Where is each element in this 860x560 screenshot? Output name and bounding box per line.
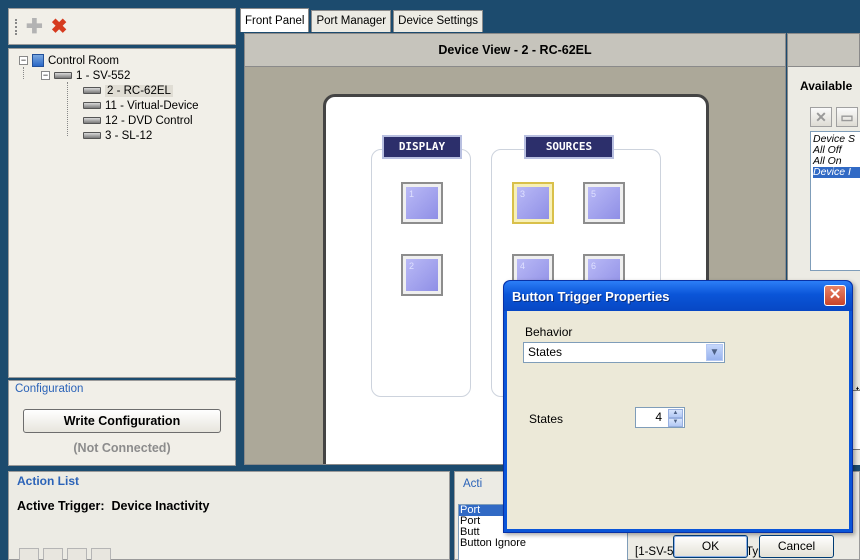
dialog-title: Button Trigger Properties bbox=[512, 288, 670, 304]
tab-bar: Front Panel Port Manager Device Settings bbox=[240, 8, 485, 32]
tab-front-panel[interactable]: Front Panel bbox=[240, 8, 310, 32]
remove-action-icon[interactable] bbox=[19, 548, 39, 560]
button-number: 2 bbox=[406, 259, 438, 291]
device-icon bbox=[54, 72, 72, 79]
button-number: 5 bbox=[588, 187, 620, 219]
behavior-select[interactable]: States ▼ bbox=[523, 342, 725, 363]
action-tool-icon[interactable] bbox=[91, 548, 111, 560]
tree-toolbar: ✚ ✖ bbox=[8, 8, 236, 45]
tree-item-label: 2 - RC-62EL bbox=[105, 84, 173, 97]
building-icon bbox=[32, 54, 44, 67]
available-list[interactable]: Device S All Off All On Device I bbox=[810, 131, 860, 271]
tree-item-label: 12 - DVD Control bbox=[105, 114, 193, 127]
configuration-title: Configuration bbox=[15, 383, 84, 395]
device-tree: − Control Room − 1 - SV-552 2 - RC-62EL … bbox=[8, 48, 236, 378]
keypad-button-5[interactable]: 5 bbox=[583, 182, 625, 224]
button-number: 3 bbox=[517, 187, 549, 219]
add-icon[interactable]: ✚ bbox=[26, 17, 43, 37]
states-value: 4 bbox=[655, 410, 662, 424]
write-configuration-button[interactable]: Write Configuration bbox=[23, 409, 221, 433]
delete-icon[interactable]: ✖ bbox=[51, 17, 68, 37]
tree-item-label: 3 - SL-12 bbox=[105, 129, 153, 142]
available-label: Available bbox=[800, 79, 853, 93]
spin-up-icon[interactable]: ▲ bbox=[668, 409, 683, 418]
behavior-label: Behavior bbox=[525, 325, 573, 339]
keypad-button-2[interactable]: 2 bbox=[401, 254, 443, 296]
collapse-icon[interactable]: − bbox=[41, 71, 50, 80]
tree-item-label: 11 - Virtual-Device bbox=[105, 99, 199, 112]
button-number: 1 bbox=[406, 187, 438, 219]
device-icon bbox=[83, 102, 101, 109]
move-up-icon[interactable] bbox=[67, 548, 87, 560]
device-view-title: Device View - 2 - RC-62EL bbox=[244, 33, 786, 67]
tree-item-device[interactable]: 2 - RC-62EL bbox=[9, 83, 235, 98]
action-list-title: Action List bbox=[17, 474, 79, 488]
active-trigger-label: Active Trigger: Device Inactivity bbox=[17, 499, 210, 513]
move-action-icon[interactable] bbox=[43, 548, 63, 560]
tree-item-label: Control Room bbox=[48, 54, 119, 67]
dialog-body: Behavior States ▼ States 4 ▲ ▼ OK Cancel bbox=[507, 311, 849, 558]
device-tool-icon[interactable]: ▭ bbox=[836, 107, 858, 127]
connection-status: (Not Connected) bbox=[73, 441, 171, 455]
tree-item-device[interactable]: 12 - DVD Control bbox=[9, 113, 235, 128]
ok-button[interactable]: OK bbox=[673, 535, 748, 558]
tree-item-device[interactable]: 11 - Virtual-Device bbox=[9, 98, 235, 113]
cancel-button[interactable]: Cancel bbox=[759, 535, 834, 558]
right-panel-header bbox=[787, 33, 860, 67]
device-icon bbox=[83, 87, 101, 94]
tree-item-controller[interactable]: − 1 - SV-552 bbox=[9, 68, 235, 83]
sources-label: SOURCES bbox=[526, 137, 612, 157]
actions-title: Acti bbox=[463, 478, 483, 490]
close-icon[interactable]: ✕ bbox=[824, 285, 846, 306]
states-stepper[interactable]: 4 ▲ ▼ bbox=[635, 407, 685, 428]
device-icon bbox=[83, 117, 101, 124]
tree-item-device[interactable]: 3 - SL-12 bbox=[9, 128, 235, 143]
keypad-button-3[interactable]: 3 bbox=[512, 182, 554, 224]
states-label: States bbox=[529, 412, 564, 426]
dialog-title-bar[interactable]: Button Trigger Properties bbox=[504, 281, 852, 311]
keypad-button-1[interactable]: 1 bbox=[401, 182, 443, 224]
toolbar-grip[interactable] bbox=[15, 18, 18, 35]
device-icon bbox=[83, 132, 101, 139]
tab-port-manager[interactable]: Port Manager bbox=[311, 10, 392, 32]
tree-item-label: 1 - SV-552 bbox=[76, 69, 131, 82]
collapse-icon[interactable]: − bbox=[19, 56, 28, 65]
list-item[interactable]: Button Ignore bbox=[459, 538, 627, 549]
tree-item-control-room[interactable]: − Control Room bbox=[9, 53, 235, 68]
behavior-value: States bbox=[528, 345, 563, 359]
display-label: DISPLAY bbox=[384, 137, 460, 157]
remove-icon[interactable]: ✕ bbox=[810, 107, 832, 127]
configuration-panel: Configuration Write Configuration (Not C… bbox=[8, 380, 236, 466]
list-item[interactable]: Device I bbox=[813, 167, 860, 178]
action-list-panel: Action List Active Trigger: Device Inact… bbox=[8, 471, 450, 560]
button-trigger-properties-dialog: Button Trigger Properties ✕ Behavior Sta… bbox=[503, 280, 853, 558]
spin-down-icon[interactable]: ▼ bbox=[668, 418, 683, 427]
chevron-down-icon[interactable]: ▼ bbox=[706, 344, 723, 361]
tab-device-settings[interactable]: Device Settings bbox=[393, 10, 484, 32]
